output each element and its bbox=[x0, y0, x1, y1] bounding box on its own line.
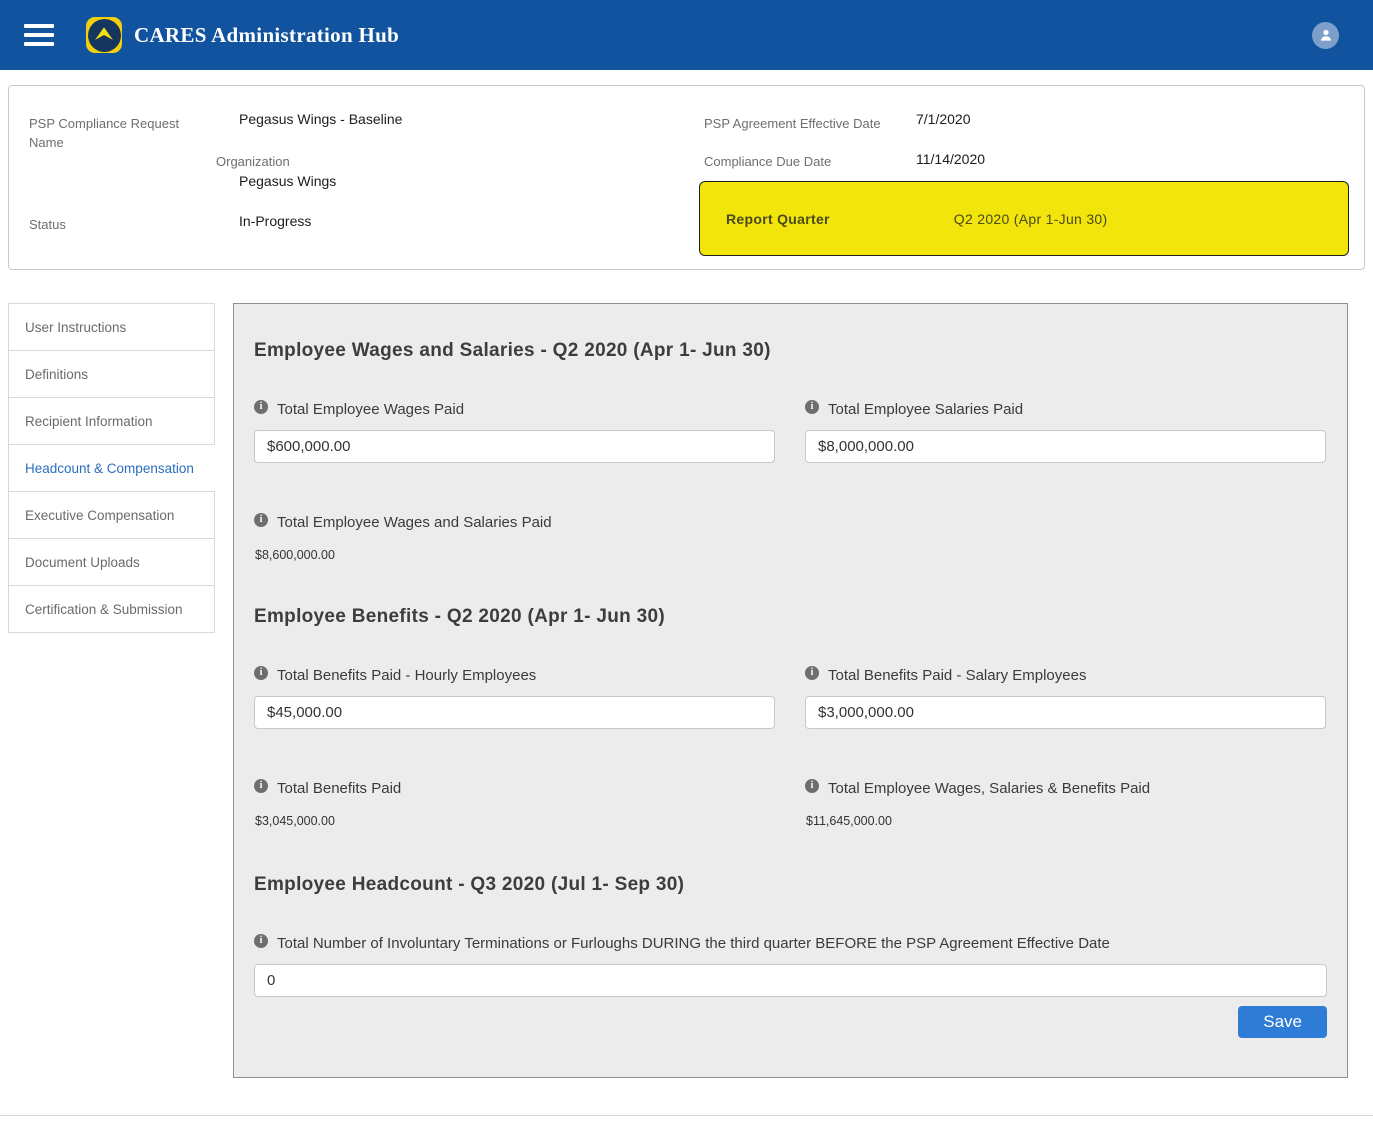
compliance-summary-card: PSP Compliance Request Name Pegasus Wing… bbox=[8, 85, 1365, 270]
organization-label: Organization bbox=[216, 152, 290, 171]
sidebar-item-certification-submission[interactable]: Certification & Submission bbox=[8, 585, 215, 633]
benefits-field-row: i Total Benefits Paid - Hourly Employees… bbox=[254, 662, 1327, 729]
terminations-field: i Total Number of Involuntary Terminatio… bbox=[254, 930, 1327, 997]
benefits-salary-input[interactable] bbox=[805, 696, 1326, 729]
save-row: Save bbox=[254, 1006, 1327, 1038]
salaries-paid-label-row: i Total Employee Salaries Paid bbox=[805, 396, 1326, 423]
wages-paid-label-row: i Total Employee Wages Paid bbox=[254, 396, 775, 423]
info-icon[interactable]: i bbox=[805, 400, 819, 414]
menu-bar bbox=[24, 42, 54, 46]
report-quarter-label: Report Quarter bbox=[726, 211, 830, 227]
salaries-paid-field: i Total Employee Salaries Paid bbox=[805, 396, 1326, 463]
headcount-field-row: i Total Number of Involuntary Terminatio… bbox=[254, 930, 1327, 997]
due-date-value: 11/14/2020 bbox=[916, 150, 985, 169]
save-button[interactable]: Save bbox=[1238, 1006, 1327, 1038]
grand-total-label-row: i Total Employee Wages, Salaries & Benef… bbox=[805, 775, 1326, 802]
grand-total-value: $11,645,000.00 bbox=[805, 814, 1326, 828]
total-benefits-paid: i Total Benefits Paid $3,045,000.00 bbox=[254, 775, 775, 828]
info-icon[interactable]: i bbox=[254, 779, 268, 793]
total-benefits-label-row: i Total Benefits Paid bbox=[254, 775, 775, 802]
terminations-label: Total Number of Involuntary Terminations… bbox=[277, 930, 1110, 957]
info-icon[interactable]: i bbox=[805, 666, 819, 680]
app-header: CARES Administration Hub bbox=[0, 0, 1373, 70]
menu-icon[interactable] bbox=[24, 19, 54, 51]
wages-field-row: i Total Employee Wages Paid i Total Empl… bbox=[254, 396, 1327, 463]
salaries-paid-input[interactable] bbox=[805, 430, 1326, 463]
benefits-salary-label-row: i Total Benefits Paid - Salary Employees bbox=[805, 662, 1326, 689]
benefits-section-heading: Employee Benefits - Q2 2020 (Apr 1- Jun … bbox=[254, 606, 1327, 628]
wages-salaries-total: i Total Employee Wages and Salaries Paid… bbox=[254, 509, 1327, 562]
terminations-label-row: i Total Number of Involuntary Terminatio… bbox=[254, 930, 1327, 957]
grand-total-label: Total Employee Wages, Salaries & Benefit… bbox=[828, 775, 1150, 802]
person-glyph bbox=[1317, 26, 1335, 44]
sidebar-item-executive-compensation[interactable]: Executive Compensation bbox=[8, 491, 215, 539]
benefits-salary-field: i Total Benefits Paid - Salary Employees bbox=[805, 662, 1326, 729]
benefits-hourly-label: Total Benefits Paid - Hourly Employees bbox=[277, 662, 536, 689]
total-benefits-value: $3,045,000.00 bbox=[254, 814, 775, 828]
total-benefits-label: Total Benefits Paid bbox=[277, 775, 401, 802]
status-value: In-Progress bbox=[239, 212, 311, 231]
terminations-input[interactable] bbox=[254, 964, 1327, 997]
report-quarter-value: Q2 2020 (Apr 1-Jun 30) bbox=[954, 211, 1108, 227]
sidebar-item-document-uploads[interactable]: Document Uploads bbox=[8, 538, 215, 586]
cares-chevron-logo bbox=[88, 19, 121, 52]
status-label: Status bbox=[29, 215, 66, 234]
menu-bar bbox=[24, 33, 54, 37]
sidebar-item-user-instructions[interactable]: User Instructions bbox=[8, 303, 215, 351]
effective-date-value: 7/1/2020 bbox=[916, 110, 971, 129]
benefits-hourly-field: i Total Benefits Paid - Hourly Employees bbox=[254, 662, 775, 729]
benefits-salary-label: Total Benefits Paid - Salary Employees bbox=[828, 662, 1086, 689]
benefits-totals-row: i Total Benefits Paid $3,045,000.00 i To… bbox=[254, 729, 1327, 828]
wages-salaries-total-value: $8,600,000.00 bbox=[254, 548, 1327, 562]
wages-paid-label: Total Employee Wages Paid bbox=[277, 396, 464, 423]
headcount-section-heading: Employee Headcount - Q3 2020 (Jul 1- Sep… bbox=[254, 874, 1327, 896]
info-icon[interactable]: i bbox=[254, 400, 268, 414]
app-title: CARES Administration Hub bbox=[134, 23, 399, 48]
chevron-glyph bbox=[91, 22, 117, 48]
due-date-label: Compliance Due Date bbox=[704, 152, 831, 171]
menu-bar bbox=[24, 24, 54, 28]
grand-total-paid: i Total Employee Wages, Salaries & Benef… bbox=[805, 775, 1326, 828]
info-icon[interactable]: i bbox=[254, 666, 268, 680]
section-nav: User Instructions Definitions Recipient … bbox=[8, 303, 215, 633]
info-icon[interactable]: i bbox=[254, 934, 268, 948]
wages-paid-field: i Total Employee Wages Paid bbox=[254, 396, 775, 463]
benefits-hourly-label-row: i Total Benefits Paid - Hourly Employees bbox=[254, 662, 775, 689]
info-icon[interactable]: i bbox=[805, 779, 819, 793]
page-bottom-divider bbox=[0, 1115, 1373, 1124]
sidebar-item-headcount-compensation[interactable]: Headcount & Compensation bbox=[8, 444, 215, 492]
wages-paid-input[interactable] bbox=[254, 430, 775, 463]
headcount-compensation-form: Employee Wages and Salaries - Q2 2020 (A… bbox=[233, 303, 1348, 1078]
app-logo bbox=[86, 17, 122, 53]
report-quarter-highlight: Report Quarter Q2 2020 (Apr 1-Jun 30) bbox=[699, 181, 1349, 256]
content-row: User Instructions Definitions Recipient … bbox=[0, 303, 1373, 1078]
wages-salaries-total-label: Total Employee Wages and Salaries Paid bbox=[277, 509, 552, 536]
organization-value: Pegasus Wings bbox=[239, 172, 336, 191]
request-name-value: Pegasus Wings - Baseline bbox=[239, 110, 402, 129]
wages-salaries-total-label-row: i Total Employee Wages and Salaries Paid bbox=[254, 509, 1327, 536]
sidebar-item-recipient-information[interactable]: Recipient Information bbox=[8, 397, 215, 445]
effective-date-label: PSP Agreement Effective Date bbox=[704, 114, 881, 133]
benefits-hourly-input[interactable] bbox=[254, 696, 775, 729]
wages-section-heading: Employee Wages and Salaries - Q2 2020 (A… bbox=[254, 340, 1327, 362]
request-name-label: PSP Compliance Request Name bbox=[29, 114, 191, 152]
user-avatar-icon[interactable] bbox=[1312, 22, 1339, 49]
salaries-paid-label: Total Employee Salaries Paid bbox=[828, 396, 1023, 423]
sidebar-item-definitions[interactable]: Definitions bbox=[8, 350, 215, 398]
info-icon[interactable]: i bbox=[254, 513, 268, 527]
